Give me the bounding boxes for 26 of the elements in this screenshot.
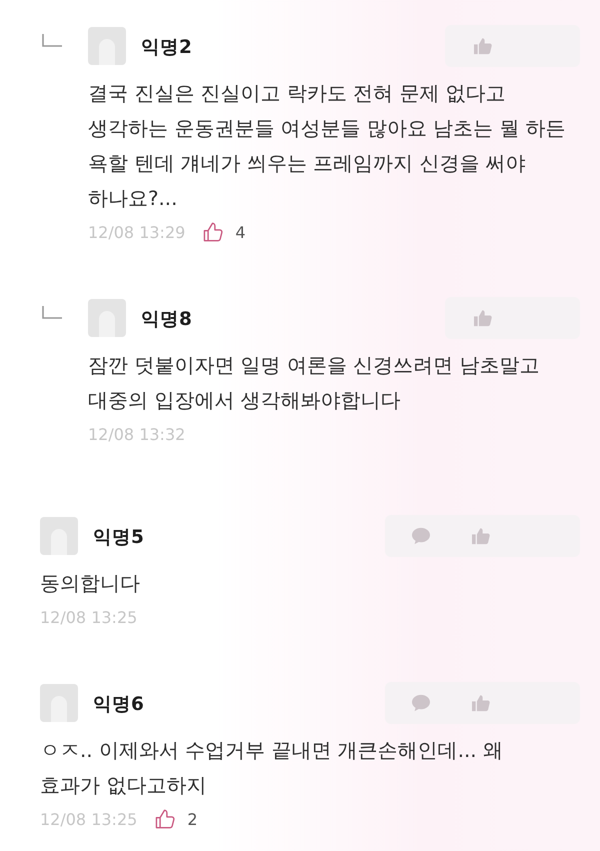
comment-icon[interactable] xyxy=(411,527,431,545)
comment-text: ㅇㅈ.. 이제와서 수업거부 끝내면 개큰손해인데... 왜 효과가 없다고하지 xyxy=(40,738,504,799)
comment-timestamp: 12/08 13:25 xyxy=(40,810,138,828)
author-name: 익명8 xyxy=(141,308,192,330)
comment-text: 결국 진실은 진실이고 락카도 전혀 문제 없다고 생각하는 운동권분들 여성분들 많아요 남초는 뭘 하든 욕할 텐데 걔네가 씌우는 프레임까지 신경을 써야 하나요?... xyxy=(88,81,567,212)
thumbs-up-icon xyxy=(155,809,178,829)
author-name: 익명5 xyxy=(93,526,144,548)
like-count: 4 xyxy=(235,222,246,242)
comment-timestamp: 12/08 13:32 xyxy=(88,424,186,444)
comment-timestamp: 12/08 13:25 xyxy=(40,608,138,626)
thumbs-up-icon[interactable] xyxy=(473,37,493,55)
comment-text: 동의합니다 xyxy=(40,571,141,597)
thumbs-up-icon[interactable] xyxy=(473,309,493,327)
avatar-icon xyxy=(40,517,78,555)
author-name: 익명6 xyxy=(93,692,144,716)
comment-icon[interactable] xyxy=(411,694,431,712)
like-count: 2 xyxy=(187,810,198,828)
thumbs-up-icon[interactable] xyxy=(471,527,491,545)
author-name: 익명2 xyxy=(141,36,192,58)
avatar-icon xyxy=(40,684,78,722)
avatar-icon xyxy=(88,299,126,337)
comment-text: 잠깐 덧붙이자면 일명 여론을 신경쓰려면 남초말고 대중의 입장에서 생각해봐야합니다 xyxy=(88,353,540,414)
thumbs-up-icon[interactable] xyxy=(471,694,491,712)
avatar-icon xyxy=(88,27,126,65)
thumbs-up-icon xyxy=(203,222,226,242)
comment-timestamp: 12/08 13:29 xyxy=(88,222,186,242)
